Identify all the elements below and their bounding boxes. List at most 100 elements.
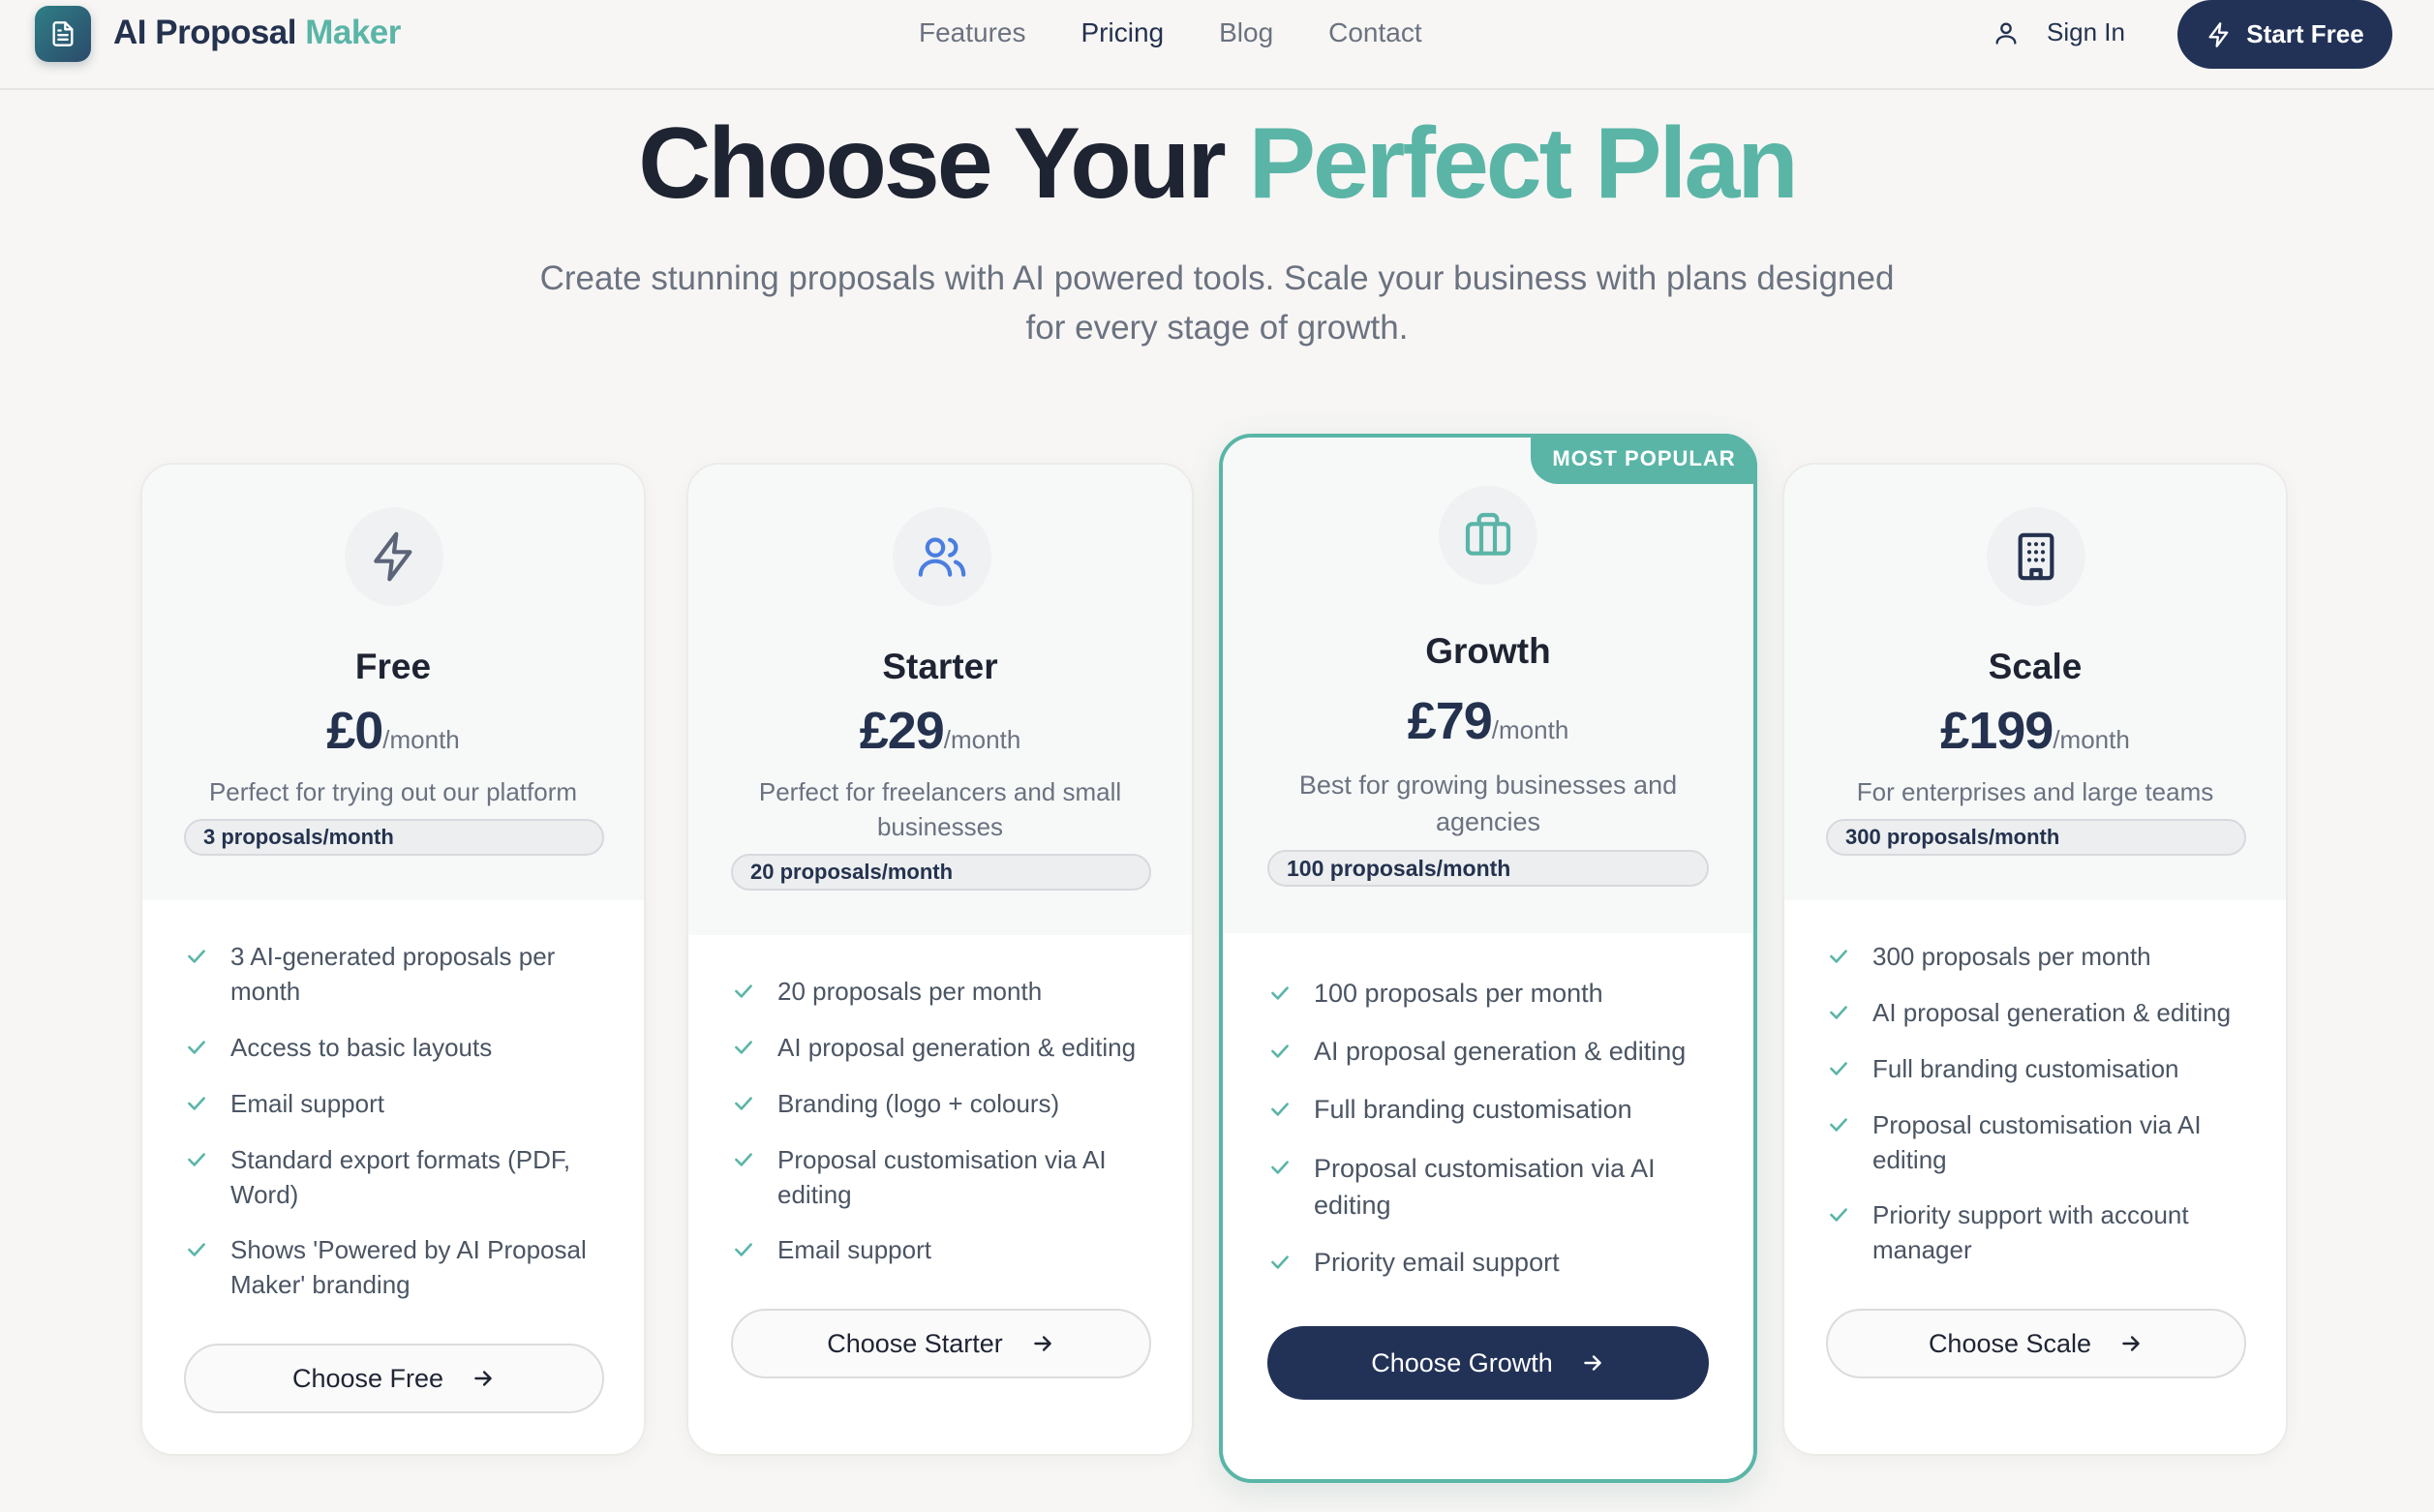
nav-link-pricing[interactable]: Pricing [1081, 17, 1165, 48]
feature-item: Full branding customisation [1826, 1051, 2179, 1086]
plan-price-row: £199/month [1784, 701, 2286, 761]
check-icon [1826, 995, 1853, 1030]
feature-item: Standard export formats (PDF, Word) [184, 1142, 610, 1212]
check-icon [1267, 976, 1294, 1011]
feature-item: 100 proposals per month [1267, 976, 1603, 1011]
feature-text: Priority support with account manager [1872, 1200, 2189, 1264]
page-title-main: Choose Your [638, 107, 1227, 220]
plan-description: For enterprises and large teams [1856, 777, 2214, 806]
feature-text: Email support [230, 1089, 384, 1118]
feature-item: Email support [731, 1232, 931, 1267]
feature-item: Proposal customisation via AI editing [1267, 1150, 1722, 1224]
plan-price: £199 [1940, 702, 2054, 760]
sign-in-label: Sign In [2047, 17, 2125, 46]
page-title: Choose Your Perfect Plan [0, 106, 2434, 222]
check-icon [731, 1030, 758, 1065]
check-icon [184, 1232, 211, 1267]
choose-scale-label: Choose Scale [1928, 1328, 2092, 1358]
feature-text: 3 AI-generated proposals per month [230, 942, 556, 1006]
check-icon [1826, 1107, 1853, 1142]
plan-price-row: £79/month [1223, 691, 1753, 751]
feature-text: Full branding customisation [1872, 1054, 2179, 1083]
brand-name[interactable]: AI Proposal Maker [113, 14, 401, 52]
plan-card-scale: Scale £199/month For enterprises and lar… [1782, 463, 2288, 1456]
choose-growth-button[interactable]: Choose Growth [1267, 1326, 1709, 1400]
check-icon [184, 1142, 211, 1177]
feature-text: 20 proposals per month [777, 977, 1043, 1006]
plan-card-starter: Starter £29/month Perfect for freelancer… [686, 463, 1194, 1456]
feature-text: Priority email support [1314, 1248, 1560, 1277]
check-icon [1267, 1092, 1294, 1127]
check-icon [1826, 1051, 1853, 1086]
feature-text: Proposal customisation via AI editing [1872, 1110, 2202, 1174]
plan-price-period: /month [2053, 725, 2130, 754]
plan-card-growth: MOST POPULAR Growth £79/month Best for g… [1219, 434, 1757, 1483]
plan-description: Perfect for freelancers and small busine… [758, 777, 1122, 841]
plan-name: Free [354, 647, 432, 686]
feature-item: Full branding customisation [1267, 1092, 1632, 1127]
plan-price: £79 [1407, 692, 1493, 750]
check-icon [184, 1086, 211, 1121]
lightning-icon [345, 507, 443, 606]
feature-item: AI proposal generation & editing [1826, 995, 2231, 1030]
check-icon [1826, 1197, 1853, 1232]
arrow-right-icon [1584, 1355, 1601, 1371]
page-subtitle: Create stunning proposals with AI powere… [539, 259, 1895, 347]
plan-name: Scale [1988, 647, 2083, 686]
plan-quota-badge: 300 proposals/month [1826, 819, 2246, 856]
plan-description: Best for growing businesses and agencies [1298, 771, 1678, 836]
plan-name: Starter [882, 647, 998, 686]
arrow-right-icon [1034, 1336, 1051, 1351]
plan-card-free: Free £0/month Perfect for trying out our… [140, 463, 646, 1456]
page-title-highlight: Perfect Plan [1248, 107, 1799, 220]
choose-growth-label: Choose Growth [1371, 1347, 1553, 1377]
plan-price-period: /month [382, 725, 460, 754]
check-icon [731, 1232, 758, 1267]
nav-link-features[interactable]: Features [919, 17, 1026, 48]
feature-text: AI proposal generation & editing [1872, 998, 2232, 1027]
plan-quota-badge: 100 proposals/month [1267, 850, 1709, 887]
nav-link-blog[interactable]: Blog [1219, 17, 1273, 48]
brand-name-accent: Maker [305, 14, 401, 51]
logo-icon[interactable] [35, 6, 91, 62]
users-icon [893, 507, 991, 606]
start-free-button[interactable]: Start Free [2177, 0, 2392, 69]
check-icon [1267, 1034, 1294, 1069]
choose-scale-button[interactable]: Choose Scale [1826, 1309, 2246, 1378]
feature-item: AI proposal generation & editing [731, 1030, 1136, 1065]
choose-free-button[interactable]: Choose Free [184, 1344, 604, 1413]
arrow-right-icon [474, 1371, 492, 1386]
briefcase-icon [1439, 486, 1537, 585]
plan-price-period: /month [1491, 715, 1569, 744]
feature-item: Shows 'Powered by AI Proposal Maker' bra… [184, 1232, 610, 1302]
feature-item: 20 proposals per month [731, 974, 1042, 1009]
feature-item: Branding (logo + colours) [731, 1086, 1059, 1121]
plan-description: Perfect for trying out our platform [208, 777, 578, 806]
choose-starter-label: Choose Starter [827, 1328, 1003, 1358]
feature-text: AI proposal generation & editing [777, 1033, 1137, 1062]
feature-text: Access to basic layouts [230, 1033, 493, 1062]
feature-text: Full branding customisation [1314, 1095, 1632, 1124]
plan-quota-badge: 20 proposals/month [731, 854, 1151, 891]
feature-item: AI proposal generation & editing [1267, 1034, 1686, 1069]
feature-item: 300 proposals per month [1826, 939, 2151, 974]
feature-item: 3 AI-generated proposals per month [184, 939, 610, 1009]
top-navbar: AI Proposal Maker Features Pricing Blog … [0, 0, 2434, 90]
sign-in-link[interactable]: Sign In [1993, 17, 2125, 47]
nav-link-contact[interactable]: Contact [1328, 17, 1422, 48]
start-free-label: Start Free [2246, 19, 2364, 48]
choose-free-label: Choose Free [291, 1363, 444, 1393]
feature-item: Email support [184, 1086, 384, 1121]
check-icon [184, 1030, 211, 1065]
feature-item: Priority email support [1267, 1245, 1560, 1280]
check-icon [731, 974, 758, 1009]
plan-quota-badge: 3 proposals/month [184, 819, 604, 856]
check-icon [1267, 1245, 1294, 1280]
plan-price-period: /month [943, 725, 1021, 754]
feature-text: AI proposal generation & editing [1314, 1037, 1687, 1066]
plan-price-row: £29/month [688, 701, 1192, 761]
feature-text: Proposal customisation via AI editing [777, 1145, 1107, 1209]
feature-text: Email support [777, 1235, 931, 1264]
feature-text: Shows 'Powered by AI Proposal Maker' bra… [230, 1235, 587, 1299]
choose-starter-button[interactable]: Choose Starter [731, 1309, 1151, 1378]
